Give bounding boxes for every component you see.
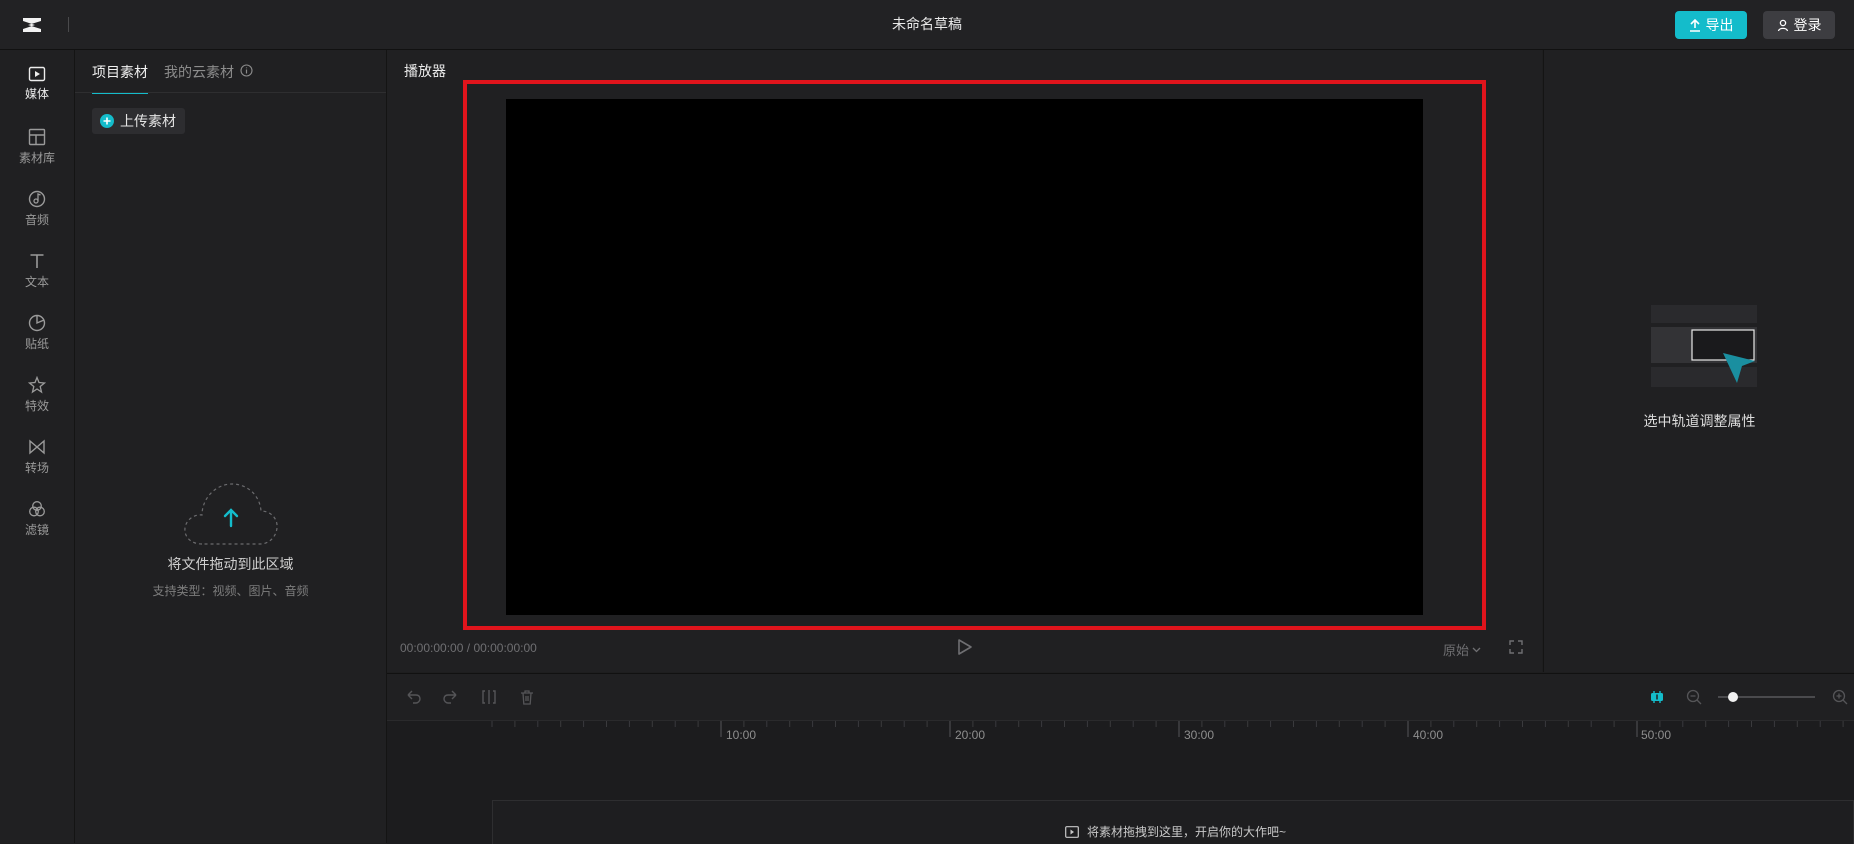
properties-hint: 选中轨道调整属性: [1643, 413, 1756, 429]
nav-label: 媒体: [24, 87, 49, 101]
delete-icon[interactable]: [518, 688, 536, 706]
audio-icon: [28, 190, 46, 208]
filter-icon: [29, 501, 45, 517]
timeline-ruler[interactable]: 10:00 20:00 30:00 40:00 50:00: [387, 721, 1854, 751]
ruler-ticks: [491, 721, 1844, 737]
nav-item-sticker[interactable]: 贴纸: [0, 314, 74, 370]
zoom-in-icon[interactable]: [1831, 688, 1849, 706]
nav-item-transition[interactable]: 转场: [0, 438, 74, 494]
aspect-ratio-select[interactable]: 原始: [1443, 640, 1481, 659]
export-label: 导出: [1705, 17, 1734, 33]
nav-label: 滤镜: [24, 523, 49, 537]
info-icon[interactable]: [240, 64, 253, 77]
nav-label: 文本: [24, 275, 49, 289]
nav-item-filter[interactable]: 滤镜: [0, 500, 74, 556]
tab-project-media[interactable]: 项目素材: [92, 62, 148, 94]
tick-label: 50:00: [1641, 728, 1672, 742]
redo-icon[interactable]: [442, 688, 460, 706]
cloud-upload-icon: [183, 483, 278, 545]
time-separator: /: [466, 641, 471, 655]
library-icon: [28, 128, 46, 146]
login-button[interactable]: 登录: [1763, 11, 1835, 39]
timeline-panel: 10:00 20:00 30:00 40:00 50:00: [387, 673, 1854, 844]
nav-label: 转场: [24, 461, 49, 475]
nav-item-text[interactable]: 文本: [0, 252, 74, 308]
magnet-snap-icon[interactable]: [1648, 688, 1666, 706]
media-icon: [1065, 825, 1079, 838]
left-nav: 媒体 素材库 音频 文本 贴纸 特效 转场 滤镜: [0, 50, 75, 843]
undo-icon[interactable]: [404, 688, 422, 706]
tick-label: 10:00: [726, 728, 757, 742]
nav-item-media[interactable]: 媒体: [0, 66, 74, 122]
track-drop-hint: 将素材拖拽到这里，开启你的大作吧~: [1065, 823, 1286, 840]
nav-label: 特效: [24, 399, 49, 413]
nav-item-effects[interactable]: 特效: [0, 376, 74, 432]
total-time: 00:00:00:00: [473, 641, 537, 655]
upload-media-button[interactable]: 上传素材: [92, 108, 185, 134]
play-icon[interactable]: [957, 638, 973, 656]
login-label: 登录: [1793, 17, 1822, 33]
timeline-toolbar: [387, 674, 1854, 721]
nav-item-library[interactable]: 素材库: [0, 128, 74, 184]
nav-label: 贴纸: [24, 337, 49, 351]
tick-label: 40:00: [1413, 728, 1444, 742]
select-track-illustration-icon: [1651, 305, 1757, 387]
sticker-icon: [28, 314, 46, 332]
top-bar: 未命名草稿 导出 登录: [0, 0, 1854, 50]
tick-label: 30:00: [1184, 728, 1215, 742]
ratio-label: 原始: [1443, 643, 1470, 658]
file-drop-zone[interactable]: 将文件拖动到此区域 支持类型：视频、图片、音频: [75, 480, 386, 599]
split-icon[interactable]: [480, 688, 498, 706]
divider: [75, 92, 386, 93]
export-button[interactable]: 导出: [1675, 11, 1747, 39]
zoom-out-icon[interactable]: [1685, 688, 1703, 706]
player-title: 播放器: [404, 63, 446, 79]
capcut-logo-icon[interactable]: [20, 14, 44, 36]
transition-icon: [29, 439, 45, 455]
tick-label: 20:00: [955, 728, 986, 742]
tab-label: 项目素材: [92, 64, 148, 80]
nav-item-audio[interactable]: 音频: [0, 190, 74, 246]
zoom-slider-handle[interactable]: [1728, 692, 1738, 702]
video-preview-canvas[interactable]: [506, 99, 1423, 615]
plus-circle-icon: [100, 114, 114, 128]
media-panel: 项目素材 我的云素材 上传素材 将文件拖动到此区域 支持类型：视频、图片、音频: [75, 50, 387, 843]
tab-cloud-media[interactable]: 我的云素材: [164, 62, 253, 92]
drop-zone-title: 将文件拖动到此区域: [167, 556, 294, 572]
nav-label: 音频: [24, 213, 49, 227]
chevron-down-icon: [1472, 647, 1481, 652]
user-icon: [1777, 19, 1788, 31]
tab-label: 我的云素材: [164, 64, 234, 80]
properties-panel: 选中轨道调整属性: [1543, 50, 1854, 672]
text-icon: [30, 254, 44, 268]
upload-label: 上传素材: [120, 113, 176, 129]
drop-zone-subtitle: 支持类型：视频、图片、音频: [152, 584, 309, 598]
nav-label: 素材库: [18, 151, 55, 165]
drop-hint-label: 将素材拖拽到这里，开启你的大作吧~: [1087, 825, 1287, 839]
effects-icon: [28, 376, 46, 394]
current-time: 00:00:00:00: [400, 641, 464, 655]
divider: [68, 17, 69, 32]
fullscreen-icon[interactable]: [1509, 640, 1523, 654]
upload-icon: [1689, 18, 1700, 32]
media-icon: [28, 66, 46, 82]
document-title: 未命名草稿: [892, 16, 962, 32]
time-readout: 00:00:00:00 / 00:00:00:00: [400, 641, 537, 655]
